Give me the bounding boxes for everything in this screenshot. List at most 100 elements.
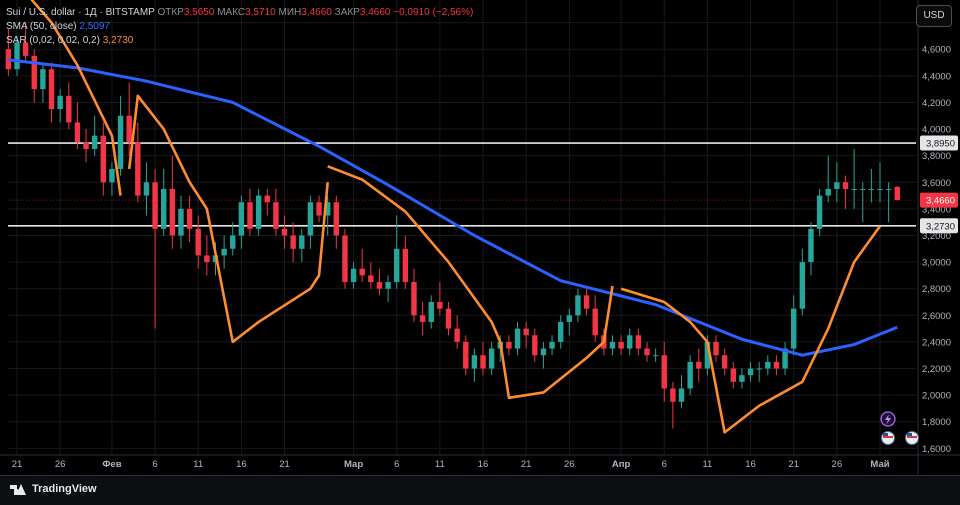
candle bbox=[739, 368, 745, 389]
legend-sar-row[interactable]: SAR (0,02, 0,02, 0,2) 3,2730 bbox=[6, 34, 473, 48]
candle-body bbox=[713, 341, 719, 356]
candle bbox=[419, 302, 426, 336]
candle bbox=[169, 155, 176, 249]
candle-body bbox=[135, 142, 141, 196]
candle-body bbox=[799, 262, 806, 309]
candle bbox=[316, 195, 322, 223]
candle-body bbox=[31, 55, 37, 90]
candle-body bbox=[609, 341, 616, 349]
candle bbox=[868, 168, 875, 203]
candle bbox=[299, 228, 305, 263]
candle bbox=[411, 268, 417, 322]
candle-body bbox=[281, 228, 288, 236]
high-value: 3,5710 bbox=[245, 7, 276, 18]
candle-body bbox=[549, 341, 555, 349]
chart-legend: Sui / U.S. dollar · 1Д · BITSTAMP ОТКР 3,… bbox=[6, 6, 473, 48]
y-tick-label: 4,6000 bbox=[922, 45, 951, 56]
candle-body bbox=[186, 208, 193, 229]
low-value: 3,4660 bbox=[301, 7, 332, 18]
x-tick-label: 26 bbox=[832, 459, 843, 470]
candle bbox=[135, 122, 141, 203]
x-tick-label: Апр bbox=[612, 459, 631, 470]
candle bbox=[609, 335, 616, 356]
candle bbox=[566, 308, 573, 336]
candle-body bbox=[816, 195, 823, 229]
candle-body bbox=[169, 188, 176, 236]
candle bbox=[842, 175, 849, 209]
open-label: ОТКР bbox=[157, 7, 184, 18]
candle bbox=[894, 186, 900, 201]
sar-line bbox=[127, 94, 329, 344]
candle bbox=[48, 62, 55, 123]
candle bbox=[109, 162, 115, 196]
candle-body bbox=[419, 315, 426, 322]
sar-value: 3,2730 bbox=[102, 35, 134, 46]
candle-body bbox=[437, 302, 443, 309]
candle-body bbox=[877, 188, 883, 190]
candle-body bbox=[791, 308, 797, 349]
candle bbox=[532, 328, 538, 362]
tradingview-logo[interactable]: TradingView bbox=[10, 483, 97, 495]
x-tick-label: 11 bbox=[435, 459, 445, 470]
candle bbox=[583, 288, 590, 316]
y-tick-label: 3,8000 bbox=[922, 151, 951, 162]
x-tick-label: 6 bbox=[662, 459, 667, 470]
candle bbox=[195, 215, 201, 269]
candle bbox=[238, 195, 245, 249]
candle-body bbox=[808, 228, 814, 263]
candle-body bbox=[238, 202, 245, 236]
sma-line bbox=[8, 58, 898, 357]
branding-label: TradingView bbox=[32, 483, 97, 495]
x-tick-label: 16 bbox=[478, 459, 489, 470]
candle bbox=[480, 341, 486, 376]
candle bbox=[816, 188, 823, 236]
sma-value: 2,5097 bbox=[79, 21, 110, 32]
candle bbox=[644, 341, 650, 362]
price-badge-label: 3,8950 bbox=[926, 139, 955, 150]
currency-button[interactable]: USD bbox=[916, 5, 952, 27]
candle bbox=[592, 295, 598, 342]
candle-body bbox=[532, 335, 538, 356]
candle bbox=[31, 49, 37, 103]
candle-body bbox=[747, 368, 754, 376]
candle bbox=[799, 248, 806, 316]
candle bbox=[307, 195, 314, 249]
candle bbox=[402, 235, 409, 289]
candle bbox=[557, 315, 564, 349]
x-tick-label: 21 bbox=[12, 459, 23, 470]
candle bbox=[713, 335, 719, 362]
close-label: ЗАКР bbox=[334, 7, 360, 18]
candle bbox=[860, 182, 866, 223]
candle bbox=[540, 341, 547, 369]
candle bbox=[342, 228, 348, 289]
candle-body bbox=[894, 186, 900, 201]
candle bbox=[333, 195, 340, 249]
candle bbox=[143, 162, 150, 216]
candle bbox=[618, 335, 624, 356]
candle-body bbox=[834, 182, 840, 189]
candle-body bbox=[152, 182, 158, 229]
candle bbox=[756, 361, 762, 382]
candle bbox=[247, 188, 253, 236]
candle bbox=[290, 222, 296, 263]
legend-sma-row[interactable]: SMA (50, close) 2,5097 bbox=[6, 20, 473, 34]
candle bbox=[368, 262, 374, 289]
y-tick-label: 2,0000 bbox=[922, 391, 951, 402]
symbol-label[interactable]: Sui / U.S. dollar · 1Д · BITSTAMP bbox=[6, 7, 155, 18]
candle-body bbox=[592, 308, 598, 336]
candle-body bbox=[825, 188, 831, 196]
candle-body bbox=[368, 275, 374, 283]
candle bbox=[773, 355, 780, 376]
price-chart[interactable]: 1,6000 1,8000 2,0000 2,2000 2,4000 2,6000 2,80… bbox=[0, 0, 960, 474]
candle-body bbox=[652, 355, 659, 357]
candle-body bbox=[860, 188, 866, 190]
price-badge-label: 3,4660 bbox=[926, 196, 955, 207]
candle-body bbox=[376, 282, 383, 289]
candle bbox=[627, 328, 633, 356]
candle-body bbox=[661, 355, 667, 389]
candle bbox=[204, 235, 210, 276]
change-value: −0,0910 (−2,56%) bbox=[393, 7, 474, 18]
candle-body bbox=[540, 348, 547, 356]
candle bbox=[514, 321, 521, 356]
sar-label: SAR (0,02, 0,02, 0,2) bbox=[6, 35, 100, 46]
